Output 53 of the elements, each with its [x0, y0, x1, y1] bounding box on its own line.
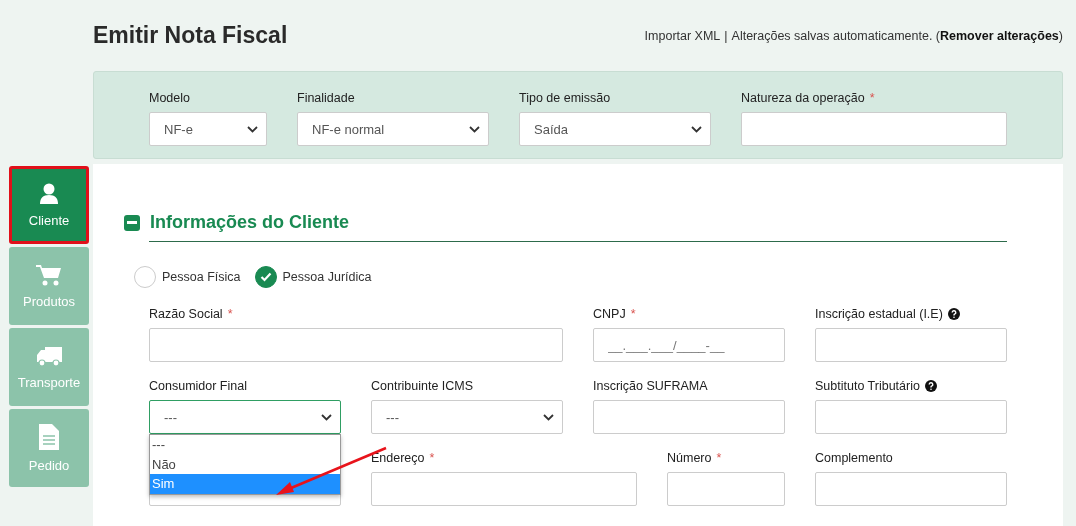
input-field[interactable]: [667, 472, 785, 506]
required-mark: *: [869, 90, 875, 105]
user-icon: [39, 182, 59, 205]
select-field[interactable]: NF-e normal: [297, 112, 489, 146]
input-field[interactable]: [815, 472, 1007, 506]
sidebar-tab[interactable]: Cliente: [9, 166, 89, 244]
required-mark: *: [227, 306, 233, 321]
field-label: Natureza da operação: [741, 90, 865, 105]
field-label: CNPJ: [593, 306, 626, 321]
chevron-down-icon: [469, 125, 480, 133]
input-field[interactable]: [815, 400, 1007, 434]
input-field[interactable]: [741, 112, 1007, 146]
select-field[interactable]: NF-e: [149, 112, 267, 146]
document-icon: [39, 423, 59, 450]
field-label: Modelo: [149, 90, 190, 105]
section-title: Informações do Cliente: [150, 212, 350, 233]
radio-option[interactable]: Pessoa Física: [134, 266, 241, 288]
input-field[interactable]: [371, 472, 637, 506]
field-label: Tipo de emissão: [519, 90, 611, 105]
field-label: Complemento: [815, 450, 893, 465]
field-label: Finalidade: [297, 90, 355, 105]
input-field[interactable]: __.___.___/____-__: [593, 328, 785, 362]
radio-option[interactable]: Pessoa Jurídica: [254, 266, 372, 288]
required-mark: *: [630, 306, 636, 321]
autosave-notice: Alterações salvas automaticamente. (Remover alterações): [731, 28, 1063, 43]
input-field[interactable]: [593, 400, 785, 434]
separator: |: [724, 28, 728, 43]
truck-icon: [36, 344, 62, 367]
input-field[interactable]: [815, 328, 1007, 362]
chevron-down-icon: [247, 125, 258, 133]
field-label: Subtituto Tributário: [815, 378, 920, 393]
dropdown-option[interactable]: ---: [150, 435, 340, 455]
required-mark: *: [716, 450, 722, 465]
field-label: Contribuinte ICMS: [371, 378, 474, 393]
field-label: Razão Social: [149, 306, 223, 321]
chevron-down-icon: [543, 413, 554, 421]
select-field[interactable]: ---: [371, 400, 563, 434]
remove-changes-link[interactable]: Remover alterações: [940, 28, 1059, 43]
required-mark: *: [429, 450, 435, 465]
field-label: Inscrição estadual (I.E): [815, 306, 943, 321]
input-field[interactable]: [149, 328, 563, 362]
field-label: Número: [667, 450, 712, 465]
chevron-down-icon: [321, 413, 332, 421]
import-xml-link[interactable]: Importar XML: [644, 28, 721, 43]
field-label: Endereço: [371, 450, 425, 465]
chevron-down-icon: [691, 125, 702, 133]
page-title: Emitir Nota Fiscal: [93, 22, 288, 49]
select-field[interactable]: ---: [149, 400, 341, 434]
select-field[interactable]: Saída: [519, 112, 711, 146]
field-label: Inscrição SUFRAMA: [593, 378, 708, 393]
cart-icon: [36, 263, 62, 286]
field-label: Consumidor Final: [149, 378, 247, 393]
collapse-icon[interactable]: [124, 214, 140, 231]
